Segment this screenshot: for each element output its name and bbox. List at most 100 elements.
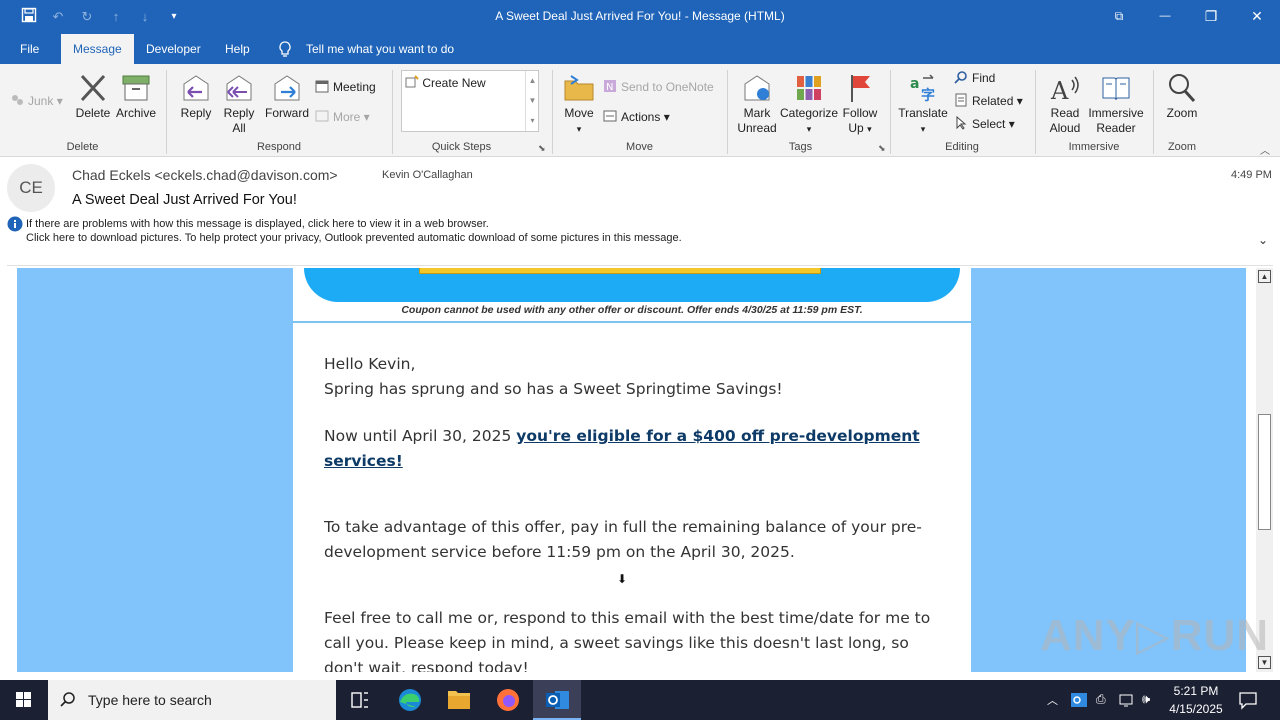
tags-launcher-icon[interactable]: ⬊ bbox=[878, 143, 886, 154]
meet-now-icon[interactable]: ⎙ bbox=[1096, 692, 1106, 707]
info-bar-view-in-browser[interactable]: If there are problems with how this mess… bbox=[26, 218, 489, 230]
mouse-cursor-icon: ⬇ bbox=[617, 572, 628, 586]
outlook-tray-icon[interactable] bbox=[1071, 692, 1087, 713]
call-me-paragraph: Feel free to call me or, respond to this… bbox=[324, 609, 931, 672]
categorize-button[interactable]: Categorize ▾ bbox=[780, 72, 838, 137]
mark-unread-button[interactable]: Mark Unread bbox=[734, 72, 780, 136]
taskbar-clock-date[interactable]: 4/15/2025 bbox=[1166, 702, 1226, 716]
network-icon[interactable] bbox=[1119, 692, 1135, 713]
read-aloud-button[interactable]: A Read Aloud bbox=[1044, 72, 1086, 136]
ribbon-display-options-button[interactable]: ⧉ bbox=[1096, 0, 1142, 32]
move-button[interactable]: Move ▾ bbox=[561, 72, 597, 137]
zoom-button[interactable]: Zoom bbox=[1161, 72, 1203, 121]
start-button[interactable] bbox=[0, 680, 48, 720]
windows-logo-icon bbox=[16, 692, 31, 707]
tab-developer[interactable]: Developer bbox=[134, 34, 213, 64]
categorize-icon bbox=[797, 76, 821, 100]
group-label-delete: Delete bbox=[66, 141, 99, 153]
ribbon: Junk ▾ Delete Archive Delete Reply Reply… bbox=[0, 64, 1280, 157]
translate-icon: a字 bbox=[910, 74, 935, 104]
group-label-immersive: Immersive bbox=[1068, 141, 1120, 153]
firefox-taskbar-button[interactable] bbox=[484, 680, 532, 720]
restore-button[interactable]: ❐ bbox=[1188, 0, 1234, 32]
archive-icon bbox=[122, 75, 150, 101]
taskbar-clock-time[interactable]: 5:21 PM bbox=[1166, 684, 1226, 698]
tab-file[interactable]: File bbox=[8, 34, 51, 64]
onenote-icon: N bbox=[604, 80, 616, 93]
svg-text:字: 字 bbox=[921, 87, 935, 104]
svg-text:A: A bbox=[1050, 77, 1069, 104]
subject: A Sweet Deal Just Arrived For You! bbox=[72, 192, 297, 208]
volume-icon[interactable]: 🕪 bbox=[1142, 691, 1150, 707]
actions-button[interactable]: Actions ▾ bbox=[603, 108, 670, 126]
create-new-quick-step[interactable]: Create New bbox=[405, 75, 486, 90]
recipient[interactable]: Kevin O'Callaghan bbox=[382, 169, 473, 181]
scroll-thumb[interactable] bbox=[1258, 414, 1271, 530]
junk-button[interactable]: Junk ▾ bbox=[10, 92, 63, 110]
task-view-button[interactable] bbox=[336, 680, 384, 720]
taskbar-search-box[interactable]: Type here to search bbox=[48, 680, 336, 720]
window-title: A Sweet Deal Just Arrived For You! - Mes… bbox=[495, 9, 785, 23]
send-to-onenote-button[interactable]: N Send to OneNote bbox=[603, 78, 714, 96]
folder-icon bbox=[448, 691, 470, 709]
group-label-zoom: Zoom bbox=[1167, 141, 1197, 153]
find-icon bbox=[954, 71, 967, 84]
edge-taskbar-button[interactable] bbox=[386, 680, 434, 720]
delete-button[interactable]: Delete bbox=[72, 72, 114, 121]
mark-unread-icon bbox=[744, 75, 770, 101]
tab-help[interactable]: Help bbox=[213, 34, 262, 64]
file-explorer-taskbar-button[interactable] bbox=[435, 680, 483, 720]
create-new-icon bbox=[405, 75, 419, 88]
find-button[interactable]: Find bbox=[954, 69, 995, 87]
reply-all-button[interactable]: Reply All bbox=[219, 72, 259, 136]
taskbar: Type here to search ︿ ⎙ 🕪 5:21 PM 4/15/2… bbox=[0, 680, 1280, 720]
coupon-image-edge bbox=[419, 268, 821, 274]
cursor-icon bbox=[956, 116, 967, 130]
offer-paragraph: Now until April 30, 2025 you're eligible… bbox=[324, 424, 944, 474]
outlook-taskbar-button[interactable] bbox=[533, 680, 581, 720]
firefox-icon bbox=[497, 689, 519, 711]
quick-steps-scroll[interactable]: ▲ ▼ ▾ bbox=[525, 71, 539, 131]
coupon-banner bbox=[304, 268, 960, 302]
show-hidden-icons-icon[interactable]: ︿ bbox=[1047, 692, 1058, 708]
group-label-editing: Editing bbox=[945, 141, 979, 153]
meeting-icon bbox=[315, 80, 329, 93]
more-icon bbox=[315, 110, 329, 122]
translate-button[interactable]: a字 Translate ▾ bbox=[897, 72, 949, 137]
offer-prefix: Now until April 30, 2025 bbox=[324, 427, 517, 445]
immersive-reader-button[interactable]: Immersive Reader bbox=[1087, 72, 1145, 136]
notifications-icon[interactable] bbox=[1238, 690, 1258, 715]
collapse-ribbon-icon[interactable]: ︿ bbox=[1260, 142, 1270, 157]
read-aloud-icon: A bbox=[1050, 76, 1079, 104]
svg-text:N: N bbox=[606, 82, 613, 93]
related-button[interactable]: Related ▾ bbox=[954, 92, 1023, 110]
follow-up-button[interactable]: Follow Up ▾ bbox=[840, 72, 880, 137]
more-respond-button[interactable]: More ▾ bbox=[315, 108, 370, 126]
message-header: CE Chad Eckels <eckels.chad@davison.com>… bbox=[0, 157, 1280, 267]
task-view-icon bbox=[351, 692, 368, 708]
meeting-button[interactable]: Meeting bbox=[315, 78, 376, 96]
quick-steps-launcher-icon[interactable]: ⬊ bbox=[538, 143, 546, 154]
reply-button[interactable]: Reply bbox=[176, 72, 216, 121]
close-button[interactable]: ✕ bbox=[1234, 0, 1280, 32]
junk-icon bbox=[12, 95, 23, 105]
tab-message[interactable]: Message bbox=[61, 34, 134, 64]
group-label-quick-steps: Quick Steps bbox=[431, 141, 492, 153]
group-label-tags: Tags bbox=[788, 141, 813, 153]
select-button[interactable]: Select ▾ bbox=[954, 115, 1015, 133]
info-bar-download-pictures[interactable]: Click here to download pictures. To help… bbox=[26, 232, 682, 244]
immersive-reader-icon bbox=[1102, 77, 1130, 101]
title-bar: ↶ ↻ ↑ ↓ ▾ A Sweet Deal Just Arrived For … bbox=[0, 0, 1280, 34]
minimize-button[interactable]: — bbox=[1142, 0, 1188, 32]
forward-button[interactable]: Forward bbox=[263, 72, 311, 121]
expand-header-chevron-icon[interactable]: ⌄ bbox=[1258, 233, 1268, 247]
ribbon-tabs: File Message Developer Help Tell me what… bbox=[0, 34, 1280, 64]
avatar: CE bbox=[7, 164, 55, 212]
group-label-respond: Respond bbox=[256, 141, 302, 153]
search-placeholder: Type here to search bbox=[88, 692, 212, 708]
sender[interactable]: Chad Eckels <eckels.chad@davison.com> bbox=[72, 167, 338, 183]
quick-steps-gallery[interactable]: Create New ▲ ▼ ▾ bbox=[401, 70, 539, 132]
tell-me-search[interactable]: Tell me what you want to do bbox=[306, 42, 454, 56]
scroll-up-icon[interactable]: ▲ bbox=[1258, 270, 1271, 283]
archive-button[interactable]: Archive bbox=[114, 72, 158, 121]
